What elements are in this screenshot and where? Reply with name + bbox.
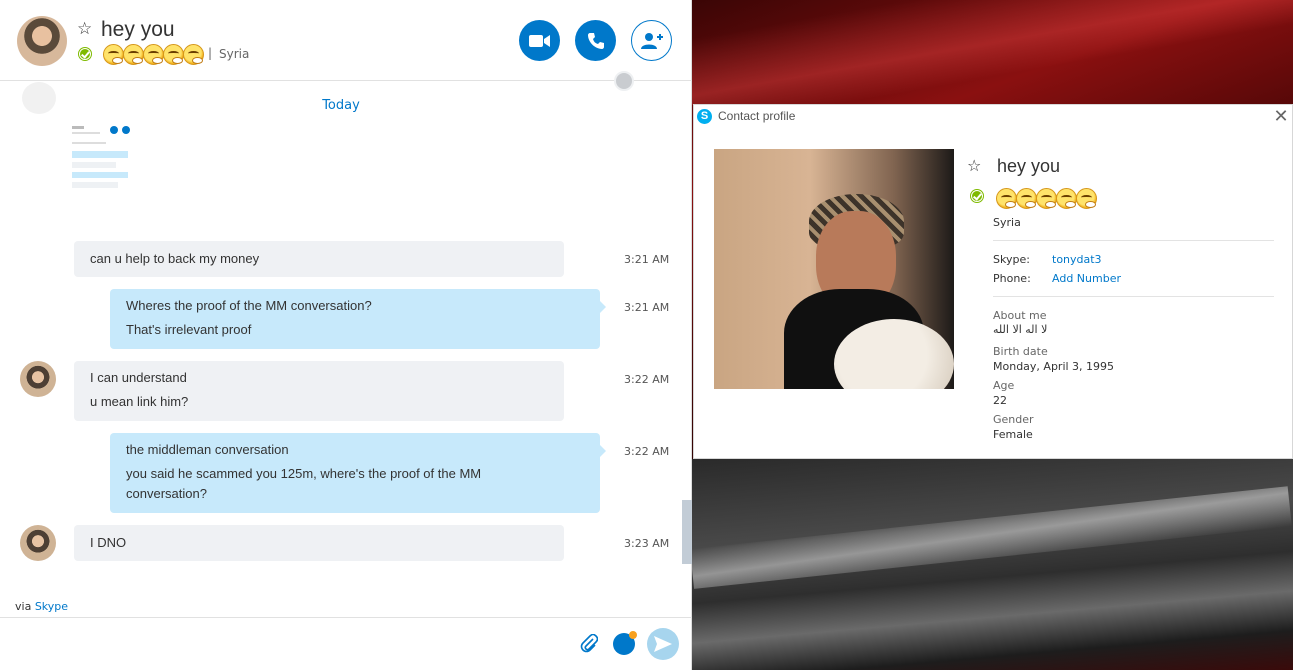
age-value: 22 <box>993 394 1007 407</box>
wallpaper-stripe <box>692 0 1293 105</box>
star-icon[interactable]: ☆ <box>77 21 92 38</box>
conversation-area[interactable]: Today can u help to back my money 3:21 A… <box>0 82 682 602</box>
message-timestamp: 3:22 AM <box>624 373 670 386</box>
message-text: you said he scammed you 125m, where's th… <box>126 466 482 501</box>
emoji-icon <box>1016 188 1037 209</box>
message-text: can u help to back my money <box>90 251 260 266</box>
skype-label: Skype: <box>993 253 1030 266</box>
contact-avatar[interactable] <box>17 16 67 66</box>
video-call-button[interactable] <box>519 20 560 61</box>
emoji-icon <box>1056 188 1077 209</box>
presence-online-icon <box>79 48 91 60</box>
mood-emojis <box>103 44 204 65</box>
emoji-icon <box>1036 188 1057 209</box>
message-text: u mean link him? <box>90 394 189 409</box>
message-bubble[interactable]: Wheres the proof of the MM conversation?… <box>110 289 606 349</box>
message-bubble[interactable]: the middleman conversation you said he s… <box>110 433 606 513</box>
via-prefix: via <box>15 600 32 613</box>
birth-date-label: Birth date <box>993 345 1048 358</box>
about-label: About me <box>993 309 1047 322</box>
audio-call-button[interactable] <box>575 20 616 61</box>
emoji-icon <box>163 44 184 65</box>
send-button[interactable] <box>647 628 679 660</box>
wallpaper-sheen <box>692 486 1292 589</box>
add-number-link[interactable]: Add Number <box>1052 272 1121 285</box>
contact-avatar-small[interactable] <box>20 525 56 561</box>
conversation-scrollbar[interactable] <box>682 500 692 564</box>
emoji-icon <box>1076 188 1097 209</box>
skype-id[interactable]: tonydat3 <box>1052 253 1102 266</box>
mood-emojis <box>996 188 1097 209</box>
message-text: the middleman conversation <box>126 442 289 457</box>
close-icon[interactable]: ✕ <box>1272 105 1290 129</box>
emoji-icon <box>103 44 124 65</box>
message-bubble[interactable]: can u help to back my money <box>74 241 564 277</box>
message-text: Wheres the proof of the MM conversation? <box>126 298 372 313</box>
phone-label: Phone: <box>993 272 1031 285</box>
emoji-icon <box>183 44 204 65</box>
wallpaper-lower <box>692 459 1293 670</box>
profile-name: hey you <box>997 156 1061 176</box>
message-timestamp: 3:23 AM <box>624 537 670 550</box>
profile-photo <box>714 149 954 389</box>
divider <box>993 240 1274 241</box>
day-divider: Today <box>322 98 360 113</box>
emoji-icon <box>996 188 1017 209</box>
message-text: I DNO <box>90 535 127 550</box>
add-contact-icon <box>640 32 663 49</box>
via-skype: via Skype <box>15 600 68 613</box>
chat-header: ☆ hey you | Syria <box>0 0 692 81</box>
about-value: لا اله الا الله <box>993 323 1048 336</box>
contact-avatar-small[interactable] <box>20 361 56 397</box>
skype-link[interactable]: Skype <box>35 600 68 613</box>
age-label: Age <box>993 379 1015 392</box>
contact-name[interactable]: hey you <box>101 18 175 42</box>
message-text: That's irrelevant proof <box>126 322 252 337</box>
message-bubble[interactable]: I DNO <box>74 525 564 561</box>
message-timestamp: 3:21 AM <box>624 253 670 266</box>
profile-titlebar: S Contact profile ✕ <box>694 105 1293 129</box>
message-text: I can understand <box>90 370 187 385</box>
emoji-icon <box>143 44 164 65</box>
message-timestamp: 3:21 AM <box>624 301 670 314</box>
emoticon-icon[interactable] <box>613 631 637 655</box>
star-icon[interactable]: ☆ <box>967 156 981 175</box>
paperclip-icon[interactable] <box>580 634 598 654</box>
gender-value: Female <box>993 428 1033 441</box>
profile-location: Syria <box>993 216 1021 229</box>
message-bubble[interactable]: I can understand u mean link him? <box>74 361 564 421</box>
chat-window: ☆ hey you | Syria Today can u help to ba… <box>0 0 692 670</box>
contact-profile-window: S Contact profile ✕ ☆ hey you Syria Skyp… <box>693 104 1293 459</box>
birth-date-value: Monday, April 3, 1995 <box>993 360 1115 373</box>
compose-bar[interactable] <box>0 617 692 670</box>
send-icon <box>654 636 672 652</box>
emoji-icon <box>123 44 144 65</box>
header-separator: | <box>208 46 213 60</box>
message-timestamp: 3:22 AM <box>624 445 670 458</box>
phone-icon <box>587 32 604 49</box>
divider <box>993 296 1274 297</box>
shared-image-thumbnail[interactable] <box>72 122 132 192</box>
contact-location: Syria <box>219 47 250 61</box>
presence-online-icon <box>971 190 983 202</box>
profile-window-title: Contact profile <box>718 109 796 123</box>
video-camera-icon <box>528 34 550 47</box>
gender-label: Gender <box>993 413 1034 426</box>
skype-logo-icon: S <box>697 109 712 124</box>
add-people-button[interactable] <box>631 20 672 61</box>
